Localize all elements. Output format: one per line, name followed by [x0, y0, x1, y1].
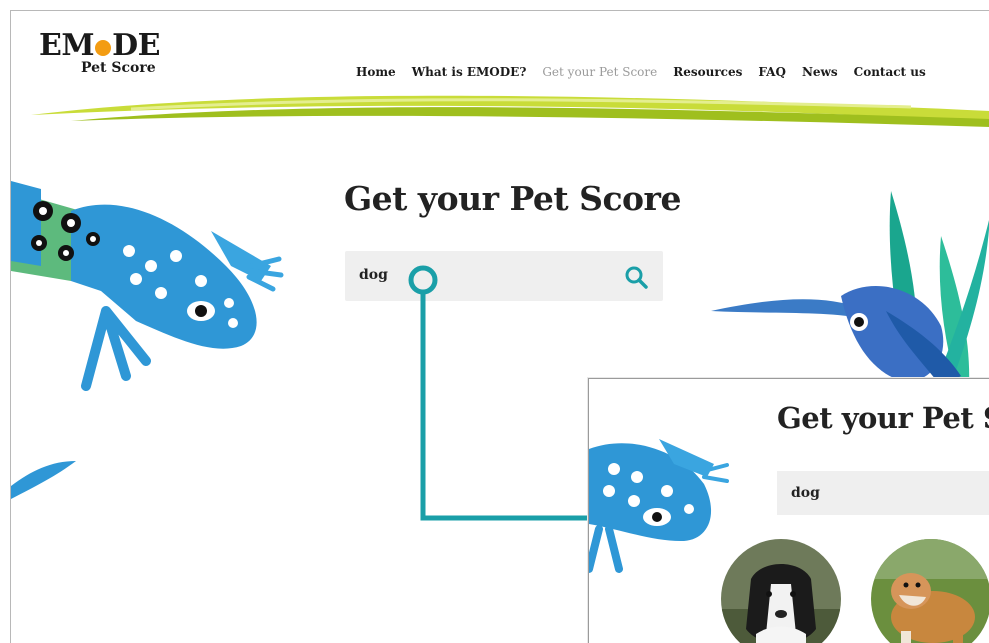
- bulldog-photo-icon: [871, 539, 989, 643]
- header-swoosh-decoration: [31, 95, 989, 127]
- search-icon[interactable]: [623, 264, 649, 290]
- results-zoom-panel: Get your Pet S dog: [588, 378, 989, 643]
- nav-what-is-emode[interactable]: What is EMODE?: [412, 65, 527, 79]
- search-input-value: dog: [359, 267, 388, 283]
- zoomed-page-title: Get your Pet S: [777, 401, 989, 435]
- page-title: Get your Pet Score: [344, 179, 681, 218]
- site-logo[interactable]: EM DE Pet Score: [39, 31, 160, 76]
- nav-faq[interactable]: FAQ: [758, 65, 786, 79]
- nav-news[interactable]: News: [802, 65, 838, 79]
- logo-text-left: EM: [39, 28, 95, 63]
- zoomed-search-input[interactable]: dog: [777, 471, 989, 515]
- nav-get-your-pet-score[interactable]: Get your Pet Score: [542, 65, 657, 79]
- main-navigation: Home What is EMODE? Get your Pet Score R…: [356, 65, 926, 79]
- callout-connector: [408, 265, 606, 521]
- browser-viewport: EM DE Pet Score Home What is EMODE? Get y…: [10, 10, 989, 643]
- nav-contact-us[interactable]: Contact us: [854, 65, 926, 79]
- nav-home[interactable]: Home: [356, 65, 396, 79]
- lizard-illustration-icon: [11, 181, 284, 391]
- logo-text-right: DE: [112, 28, 160, 63]
- lizard-illustration-icon: [589, 439, 729, 573]
- logo-subtitle: Pet Score: [81, 60, 156, 76]
- result-border-collie[interactable]: [721, 539, 841, 643]
- result-bulldog[interactable]: [871, 539, 989, 643]
- logo-orange-dot-icon: [95, 40, 112, 56]
- leaf-decoration-icon: [11, 461, 76, 499]
- border-collie-photo-icon: [721, 539, 841, 643]
- zoomed-search-value: dog: [791, 485, 820, 501]
- logo-wordmark: EM DE: [39, 31, 160, 61]
- nav-resources[interactable]: Resources: [673, 65, 742, 79]
